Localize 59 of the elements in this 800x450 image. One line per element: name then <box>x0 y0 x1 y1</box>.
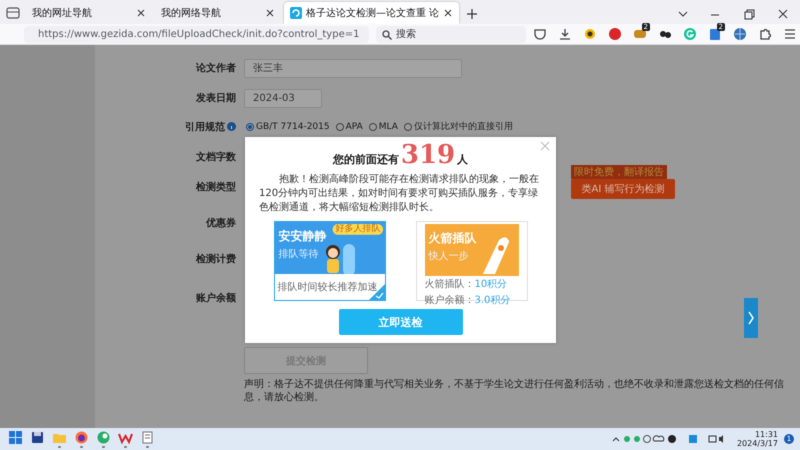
queue-option-card[interactable]: 安安静静 排队等待 好多人排队 排队时间较长推荐加速 <box>274 221 386 301</box>
extension-icon[interactable] <box>633 27 647 41</box>
radio-button[interactable] <box>246 122 254 130</box>
search-icon <box>382 30 392 40</box>
browser-icon[interactable] <box>74 430 88 445</box>
dialog-title: 您的前面还有 <box>332 152 399 167</box>
extension-icon[interactable] <box>708 27 722 41</box>
field-label: 优惠券 <box>206 216 236 230</box>
chat-icon[interactable] <box>96 430 110 445</box>
option-subheading: 排队等待 <box>278 248 318 261</box>
site-icon <box>290 7 302 19</box>
browser-tab[interactable]: 我的网址导航 <box>26 2 152 24</box>
close-icon[interactable] <box>136 8 146 18</box>
menu-icon[interactable] <box>783 27 797 41</box>
radio-option[interactable]: MLA <box>368 122 398 132</box>
dialog-title: 人 <box>457 152 468 167</box>
extension-icon[interactable] <box>583 27 597 41</box>
radio-button[interactable] <box>336 122 344 130</box>
radio-option[interactable]: APA <box>336 122 363 132</box>
side-panel-toggle[interactable] <box>744 298 758 338</box>
close-icon[interactable] <box>443 8 454 18</box>
pocket-icon[interactable] <box>533 27 547 41</box>
disclaimer-text: 声明：格子达不提供任何降重与代写相关业务，不基于学生论文进行任何盈利活动，也绝不收录和泄露您送检文档的任何信息，请放心检测。 <box>244 378 785 404</box>
option-subheading: 快人一步 <box>428 250 468 263</box>
field-label: 引用规范 <box>185 120 225 134</box>
field-label: 检测类型 <box>196 180 236 194</box>
promo-tag: 限时免费，翻译报告 <box>571 165 667 179</box>
field-label: 论文作者 <box>196 62 236 75</box>
search-field[interactable]: 搜索 <box>376 26 526 42</box>
input-field[interactable]: 2024-03 <box>244 88 322 108</box>
option-caption: 排队时间较长推荐加速 <box>278 280 378 294</box>
radio-button[interactable] <box>368 122 377 130</box>
input-field[interactable]: 张三丰 <box>244 58 462 78</box>
puzzle-icon[interactable] <box>758 27 772 41</box>
radio-option[interactable]: 仅计算比对中的直接引用 <box>404 120 513 133</box>
field-label: 发表日期 <box>196 92 236 105</box>
globe-icon[interactable] <box>733 27 747 41</box>
speech-badge: 好多人排队 <box>332 224 382 235</box>
option-detail: 火箭插队：10积分 <box>424 278 508 292</box>
dialog-message: 抱歉！检测高峰阶段可能存在检测请求排队的现象，一般在120分钟内可出结果，如对时间有要求可购买插队服务，专享绿色检测通道，将大幅缩短检测排队时长。 <box>259 173 540 215</box>
notepad-icon[interactable] <box>140 430 154 445</box>
field-label: 账户余额 <box>196 291 236 304</box>
queue-count: 319 <box>400 141 456 169</box>
chevron-right-icon <box>747 311 755 325</box>
ai-detection-button[interactable]: 类AI 辅写行为检测 <box>571 179 675 199</box>
radio-option[interactable]: GB/T 7714-2015 <box>246 122 330 132</box>
download-icon[interactable] <box>558 27 572 41</box>
close-icon[interactable] <box>265 8 275 18</box>
option-heading: 火箭插队 <box>428 230 476 247</box>
browser-tab[interactable]: 格子达论文检测—论文查重 论 <box>284 2 460 24</box>
address-bar[interactable]: https://www.gezida.com/fileUploadCheck/init.do?control_type=1 <box>24 26 369 42</box>
windows-logo-icon[interactable] <box>8 430 22 445</box>
option-heading: 安安静静 <box>278 228 326 245</box>
info-icon <box>227 122 236 131</box>
browser-tab[interactable]: 我的网络导航 <box>155 2 281 24</box>
field-label: 检测计费 <box>196 252 236 266</box>
system-clock[interactable]: 11:31 2024/3/17 <box>736 430 778 448</box>
field-label: 文档字数 <box>196 150 236 164</box>
radio-button[interactable] <box>404 122 412 130</box>
